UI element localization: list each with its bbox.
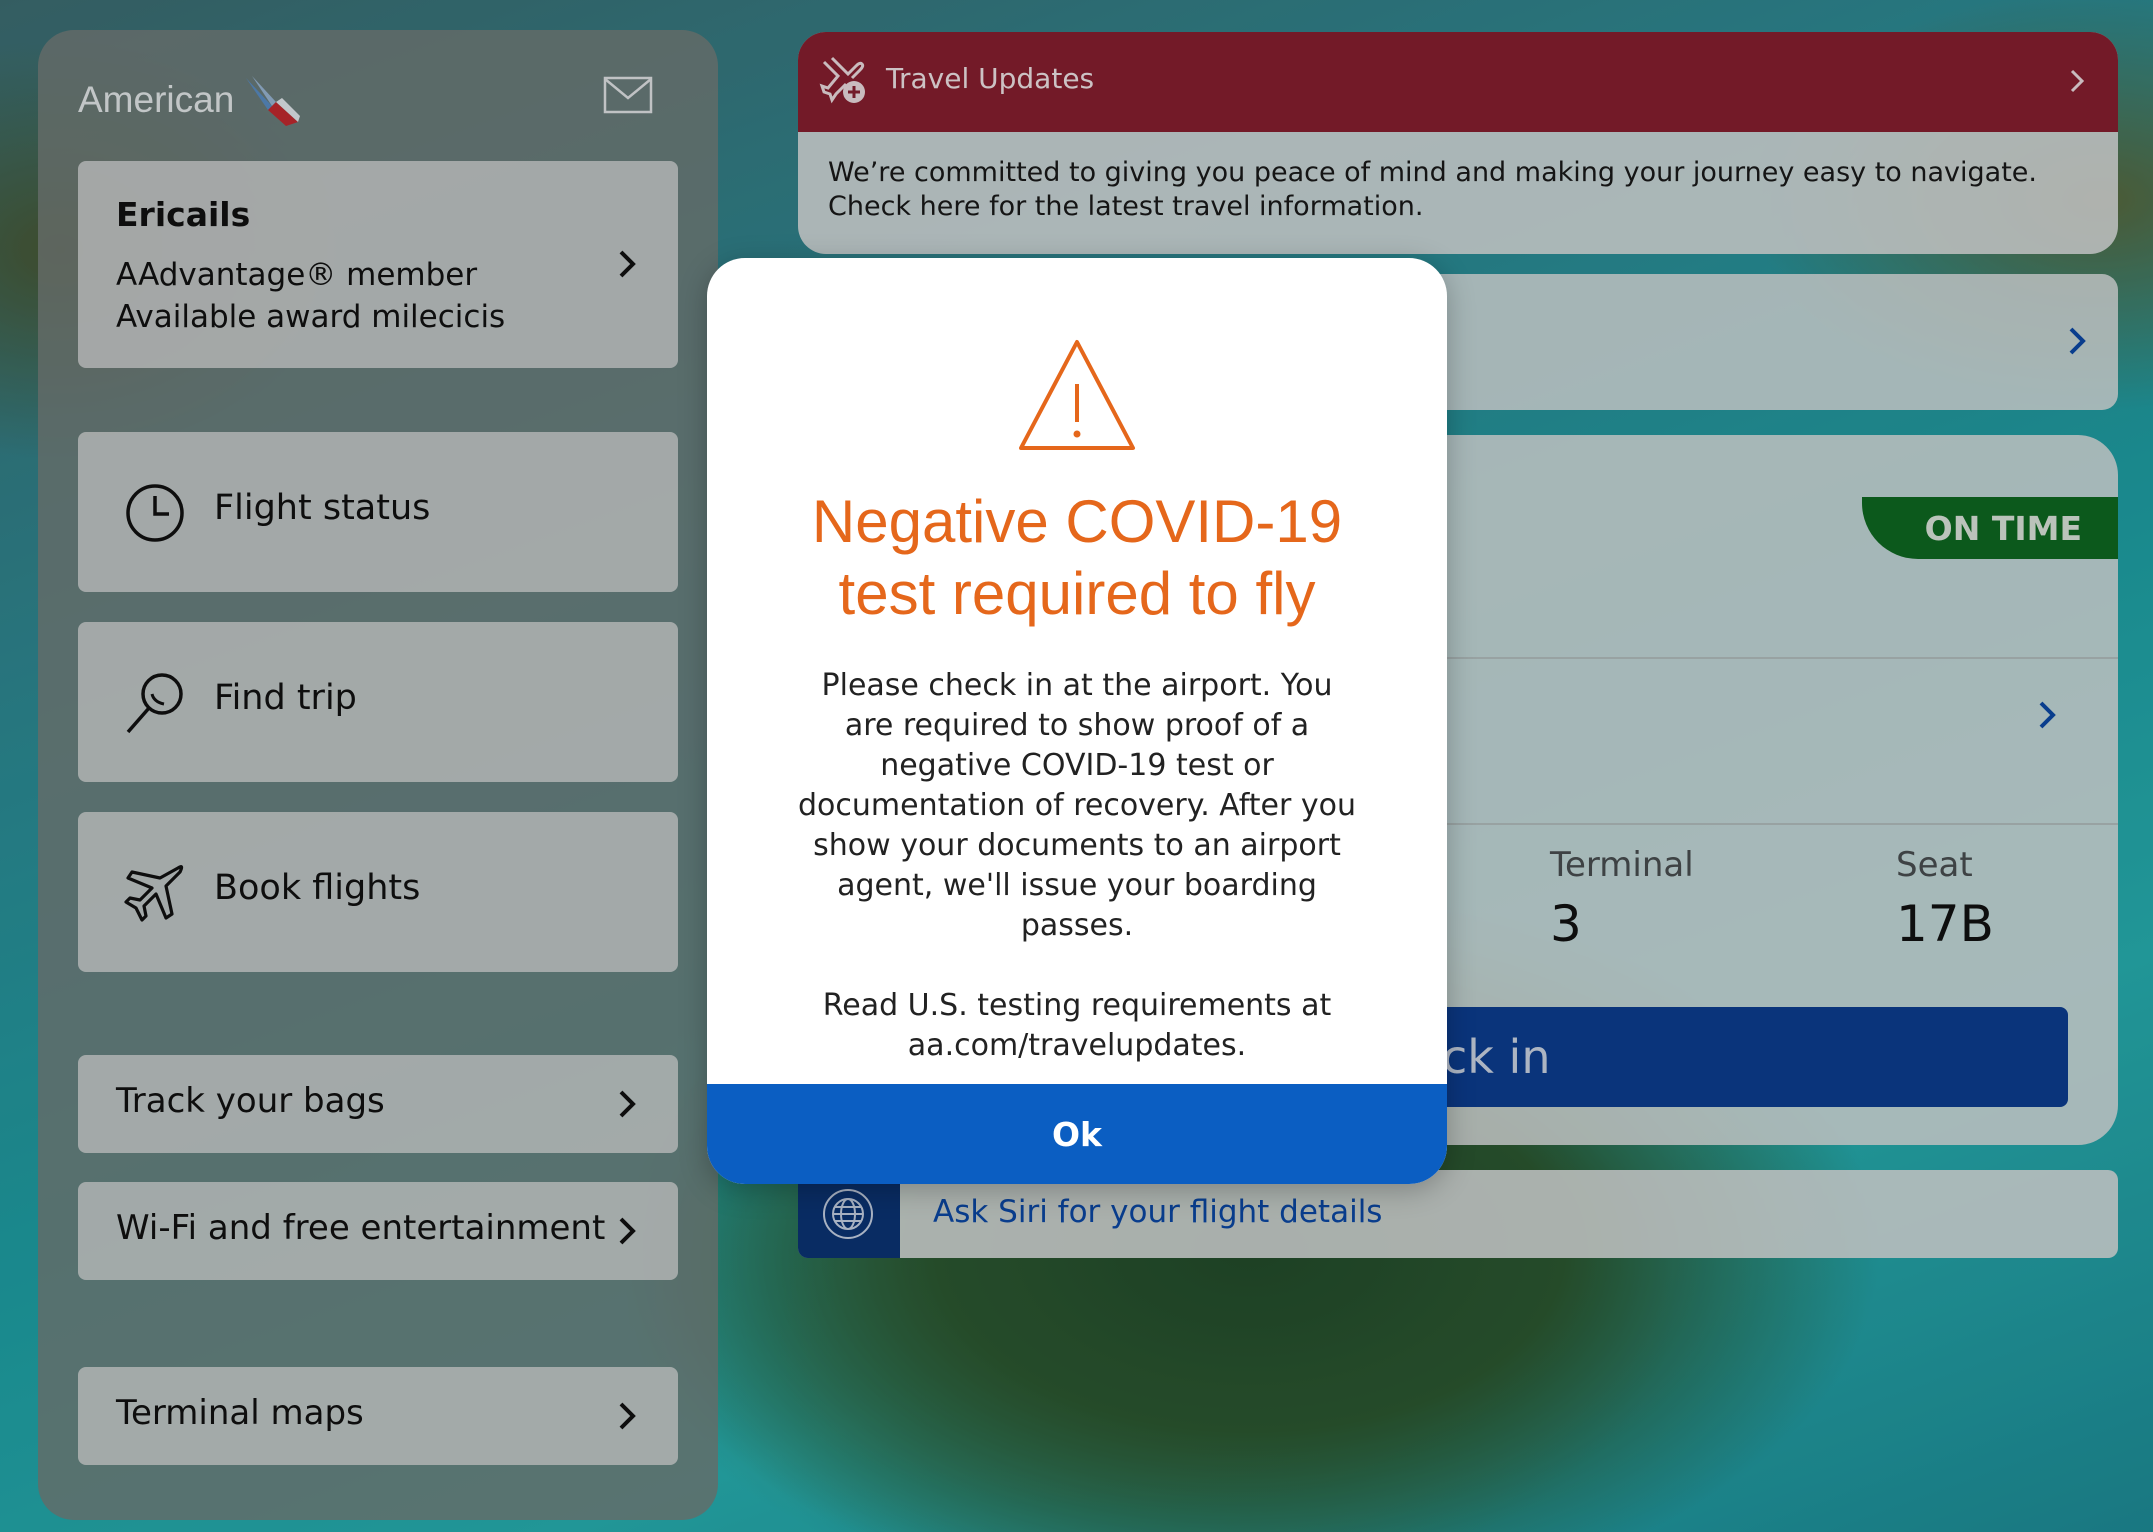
- ok-label: Ok: [1052, 1114, 1102, 1154]
- dialog-title-line1: Negative COVID-19: [811, 488, 1343, 555]
- dialog-body-paragraph: Read U.S. testing requirements at aa.com…: [822, 988, 1332, 1063]
- dialog-title: Negative COVID-19 test required to fly: [707, 486, 1447, 630]
- covid-alert-dialog: Negative COVID-19 test required to fly P…: [707, 258, 1447, 1184]
- ok-button[interactable]: Ok: [707, 1084, 1447, 1184]
- dialog-title-line2: test required to fly: [838, 560, 1316, 627]
- warning-icon: [1019, 340, 1135, 450]
- dialog-body: Please check in at the airport. You are …: [797, 666, 1357, 1106]
- dialog-body-paragraph: Please check in at the airport. You are …: [798, 668, 1356, 943]
